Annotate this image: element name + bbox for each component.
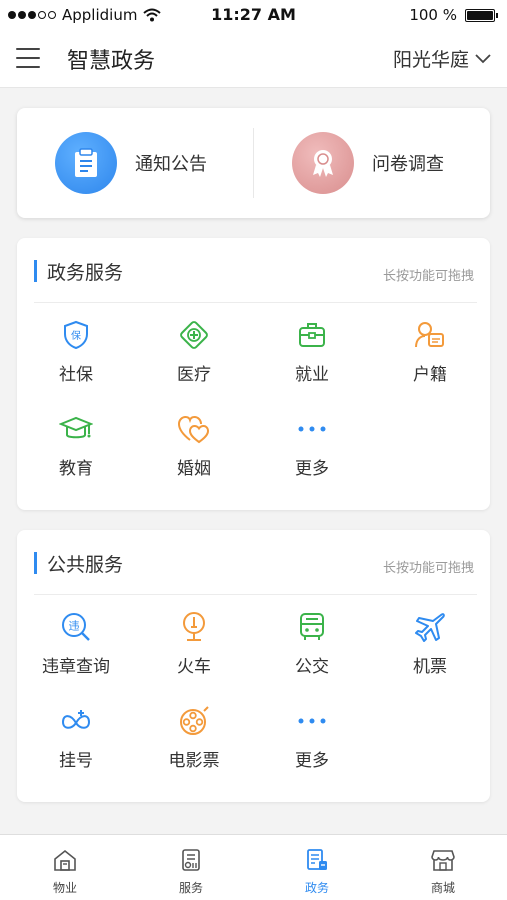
service-household[interactable]: 户籍 <box>371 318 489 398</box>
community-name: 阳光华庭 <box>392 49 469 71</box>
community-selector[interactable]: 阳光华庭 <box>393 45 491 72</box>
more-dots-icon <box>295 704 329 738</box>
battery-percent: 100 % <box>409 6 457 24</box>
chevron-down-icon <box>475 53 491 63</box>
service-more[interactable]: 更多 <box>253 704 371 784</box>
government-tab-icon <box>307 849 327 870</box>
battery-level-fill <box>467 10 493 20</box>
service-label: 户籍 <box>413 365 447 385</box>
gov-services-card: 政务服务 长按功能可拖拽 保 社保 医疗 就业 户籍 教育 婚姻 更多 <box>17 238 490 510</box>
tab-label: 政务 <box>304 881 329 895</box>
battery-status: 100 % <box>409 6 498 24</box>
shop-tab-icon <box>431 850 455 871</box>
tab-government[interactable]: 政务 <box>254 835 380 900</box>
briefcase-icon <box>295 318 329 352</box>
drag-hint: 长按功能可拖拽 <box>382 561 474 576</box>
battery-icon <box>465 8 498 22</box>
home-tab-icon <box>54 849 76 871</box>
service-tab-icon <box>182 849 200 871</box>
service-label: 违章查询 <box>42 657 110 677</box>
service-label: 就业 <box>295 365 329 385</box>
service-flight[interactable]: 机票 <box>371 610 489 690</box>
tab-property[interactable]: 物业 <box>2 835 128 900</box>
service-social-security[interactable]: 保 社保 <box>17 318 135 398</box>
section-divider <box>34 594 477 595</box>
tab-label: 物业 <box>52 881 77 895</box>
service-train[interactable]: 火车 <box>135 610 253 690</box>
hearts-icon <box>177 412 211 446</box>
service-registration[interactable]: 挂号 <box>17 704 135 784</box>
service-label: 火车 <box>177 657 211 677</box>
violation-search-icon: 违 <box>59 610 93 644</box>
tab-service[interactable]: 服务 <box>128 835 254 900</box>
service-bus[interactable]: 公交 <box>253 610 371 690</box>
gov-services-header: 政务服务 长按功能可拖拽 <box>17 238 490 302</box>
service-employment[interactable]: 就业 <box>253 318 371 398</box>
gov-services-title: 政务服务 <box>47 262 124 284</box>
service-label: 医疗 <box>177 365 211 385</box>
graduation-cap-icon <box>59 412 93 446</box>
service-label: 电影票 <box>168 751 220 771</box>
household-register-icon <box>413 318 447 352</box>
tab-shop[interactable]: 商城 <box>380 835 506 900</box>
service-label: 挂号 <box>59 751 93 771</box>
film-reel-icon <box>177 704 211 738</box>
more-dots-icon <box>295 412 329 446</box>
service-label: 社保 <box>59 365 93 385</box>
section-divider <box>34 302 477 303</box>
survey-button[interactable]: 问卷调查 <box>254 108 490 218</box>
nav-bar: 智慧政务 阳光华庭 <box>0 30 507 88</box>
survey-badge-icon <box>292 132 354 194</box>
svg-text:保: 保 <box>71 329 81 342</box>
service-medical[interactable]: 医疗 <box>135 318 253 398</box>
service-marriage[interactable]: 婚姻 <box>135 412 253 492</box>
bus-icon <box>295 610 329 644</box>
notice-label: 通知公告 <box>135 154 207 175</box>
medical-cross-icon <box>177 318 211 352</box>
public-services-title: 公共服务 <box>47 554 124 576</box>
tab-label: 商城 <box>430 881 455 895</box>
status-bar: Applidium 11:27 AM 100 % <box>0 0 507 30</box>
airplane-icon <box>413 610 447 644</box>
service-more[interactable]: 更多 <box>253 412 371 492</box>
section-accent-bar <box>34 552 37 574</box>
shield-icon: 保 <box>59 318 93 352</box>
tab-label: 服务 <box>178 881 203 895</box>
quick-links-card: 通知公告 问卷调查 <box>17 108 490 218</box>
service-violation-query[interactable]: 违 违章查询 <box>17 610 135 690</box>
section-accent-bar <box>34 260 37 282</box>
service-label: 机票 <box>413 657 447 677</box>
service-label: 公交 <box>295 657 329 677</box>
page-title: 智慧政务 <box>67 49 156 74</box>
service-education[interactable]: 教育 <box>17 412 135 492</box>
service-label: 教育 <box>59 459 93 479</box>
public-services-card: 公共服务 长按功能可拖拽 违 违章查询 火车 公交 机票 挂号 电影票 更多 <box>17 530 490 802</box>
svg-text:违: 违 <box>69 620 80 633</box>
train-icon <box>177 610 211 644</box>
survey-label: 问卷调查 <box>372 154 444 175</box>
public-services-header: 公共服务 长按功能可拖拽 <box>17 530 490 594</box>
service-label: 更多 <box>295 751 329 771</box>
notice-button[interactable]: 通知公告 <box>17 108 253 218</box>
notice-clipboard-icon <box>55 132 117 194</box>
service-label: 婚姻 <box>177 459 211 479</box>
tab-bar: 物业 服务 政务 商城 <box>0 834 507 900</box>
service-movie-ticket[interactable]: 电影票 <box>135 704 253 784</box>
hamburger-menu-icon[interactable] <box>16 48 40 68</box>
registration-icon <box>59 704 93 738</box>
service-label: 更多 <box>295 459 329 479</box>
drag-hint: 长按功能可拖拽 <box>382 269 474 284</box>
